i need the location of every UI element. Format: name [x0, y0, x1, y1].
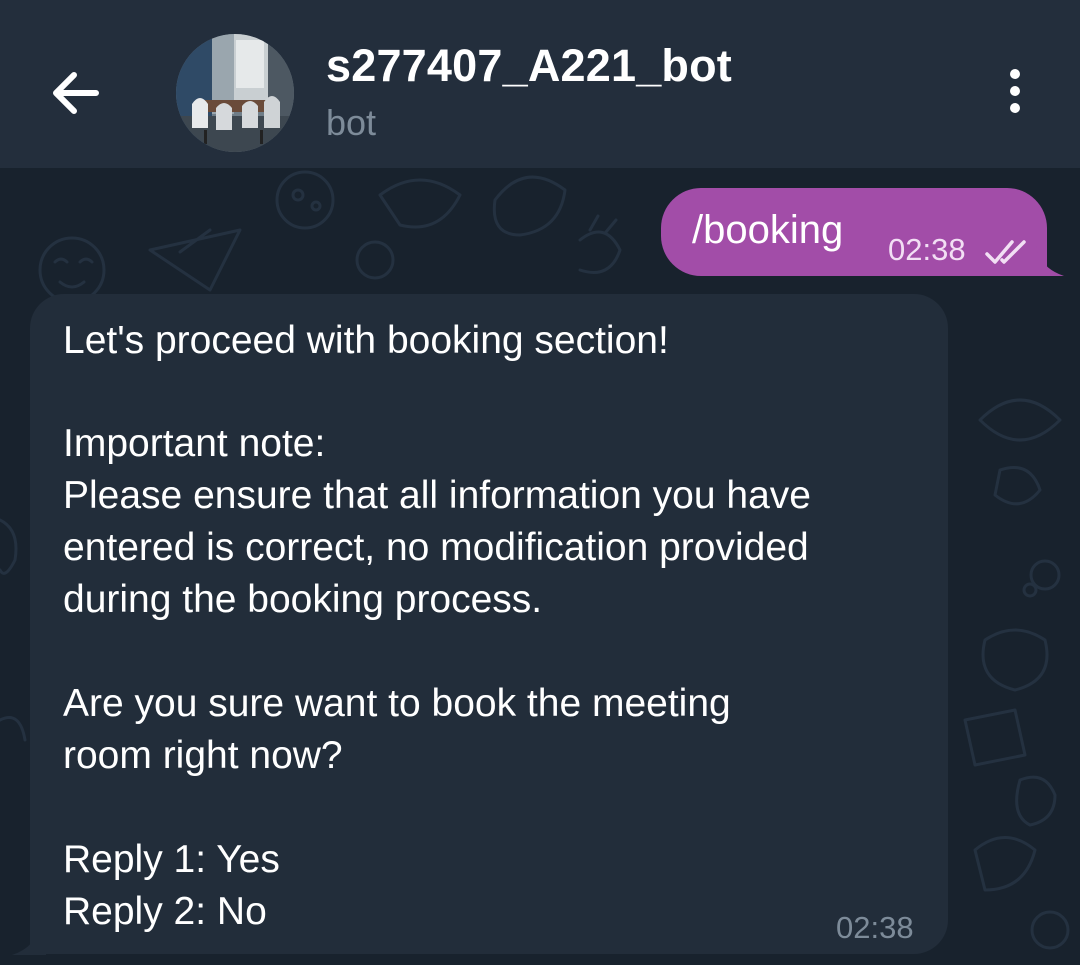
more-options-button[interactable]: [990, 66, 1040, 116]
incoming-bubble-tail: [12, 925, 46, 955]
incoming-message-time: 02:38: [836, 910, 914, 945]
incoming-message-line: entered is correct, no modification prov…: [63, 526, 809, 569]
incoming-message-line: room right now?: [63, 734, 343, 777]
chat-title[interactable]: s277407_A221_bot: [326, 40, 732, 92]
avatar[interactable]: [176, 34, 294, 152]
arrow-left-icon: [53, 72, 99, 114]
incoming-message-line: Please ensure that all information you h…: [63, 474, 811, 517]
incoming-message-line: Are you sure want to book the meeting: [63, 682, 731, 725]
back-button[interactable]: [40, 58, 110, 128]
outgoing-message-time: 02:38: [888, 232, 966, 267]
incoming-message-line: Let's proceed with booking section!: [63, 319, 669, 362]
incoming-message-line: Reply 2: No: [63, 890, 267, 933]
more-vertical-icon: [1010, 69, 1020, 113]
double-check-icon: [985, 240, 1026, 264]
outgoing-message-text: /booking: [692, 208, 844, 252]
incoming-message-line: during the booking process.: [63, 578, 543, 621]
chat-header: s277407_A221_bot bot: [0, 0, 1080, 168]
incoming-message-line: Reply 1: Yes: [63, 838, 280, 881]
chat-subtitle: bot: [326, 102, 377, 143]
incoming-message-line: Important note:: [63, 422, 326, 465]
outgoing-bubble-tail: [1030, 246, 1064, 276]
meeting-room-photo: [176, 34, 294, 152]
